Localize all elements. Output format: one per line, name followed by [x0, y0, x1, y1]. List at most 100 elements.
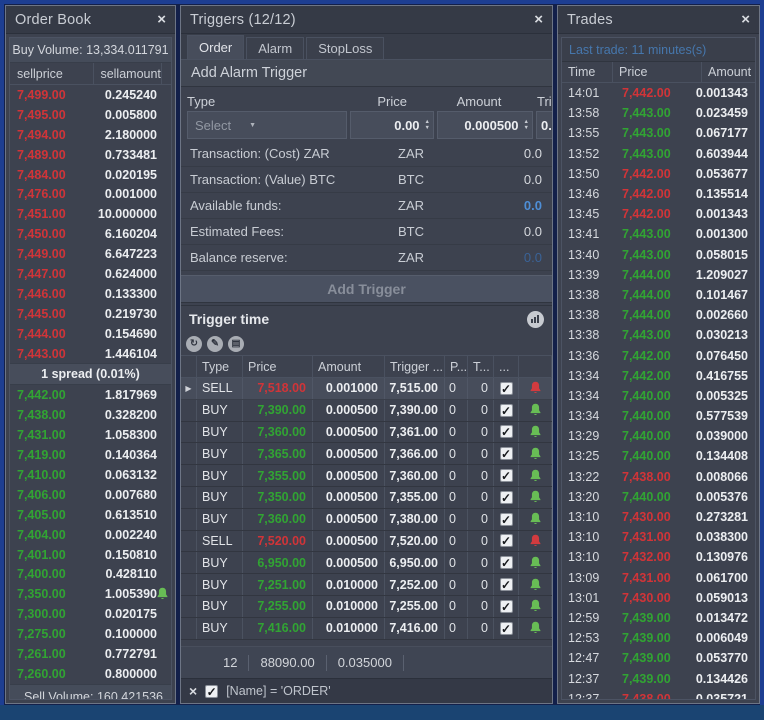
order-book-row[interactable]: 7,350.00 1.005390: [10, 584, 171, 604]
close-icon[interactable]: ×: [741, 12, 750, 27]
edit-button[interactable]: ✎: [207, 335, 223, 352]
trigger-row[interactable]: BUY 7,255.00 0.010000 7,255.00 0 0 ✓: [181, 595, 552, 618]
list-button[interactable]: ▤: [228, 335, 244, 352]
enabled-checkbox[interactable]: ✓: [499, 578, 513, 592]
price-column-header[interactable]: Price: [613, 62, 702, 82]
trade-row[interactable]: 13:36 7,442.00 0.076450: [562, 345, 755, 365]
order-book-row[interactable]: 7,447.00 0.624000: [10, 264, 171, 284]
column-header[interactable]: Type: [197, 356, 243, 377]
trigger-row[interactable]: ▶ SELL 7,518.00 0.001000 7,515.00 0 0 ✓: [181, 378, 552, 400]
trade-row[interactable]: 12:37 7,439.00 0.134426: [562, 668, 755, 688]
enabled-checkbox[interactable]: ✓: [499, 403, 513, 417]
add-trigger-button[interactable]: Add Trigger: [181, 275, 552, 303]
trade-row[interactable]: 13:29 7,440.00 0.039000: [562, 426, 755, 446]
trigger-row[interactable]: BUY 7,360.00 0.000500 7,361.00 0 0 ✓: [181, 421, 552, 444]
order-book-row[interactable]: 7,419.00 0.140364: [10, 445, 171, 465]
alarm-bell-icon[interactable]: [529, 534, 542, 548]
close-icon[interactable]: ×: [157, 12, 166, 27]
trade-row[interactable]: 13:39 7,444.00 1.209027: [562, 265, 755, 285]
trade-row[interactable]: 13:10 7,430.00 0.273281: [562, 507, 755, 527]
order-book-row[interactable]: 7,494.00 2.180000: [10, 125, 171, 145]
order-book-row[interactable]: 7,495.00 0.005800: [10, 105, 171, 125]
trigger-row[interactable]: SELL 7,520.00 0.000500 7,520.00 0 0 ✓: [181, 530, 552, 553]
enabled-checkbox[interactable]: ✓: [499, 621, 513, 635]
order-book-row[interactable]: 7,444.00 0.154690: [10, 324, 171, 344]
trigger-row[interactable]: BUY 7,350.00 0.000500 7,355.00 0 0 ✓: [181, 486, 552, 509]
price-spinner[interactable]: ▲ ▼: [425, 119, 430, 131]
alarm-bell-icon[interactable]: [529, 403, 542, 417]
trade-row[interactable]: 13:38 7,443.00 0.030213: [562, 325, 755, 345]
alarm-bell-icon[interactable]: [529, 469, 542, 483]
trade-row[interactable]: 13:09 7,431.00 0.061700: [562, 568, 755, 588]
order-book-row[interactable]: 7,400.00 0.428110: [10, 564, 171, 584]
order-book-row[interactable]: 7,410.00 0.063132: [10, 465, 171, 485]
order-book-row[interactable]: 7,401.00 0.150810: [10, 545, 171, 565]
amount-input[interactable]: 0.000500 ▲ ▼: [437, 111, 533, 139]
trades-titlebar[interactable]: Trades ×: [558, 6, 759, 34]
alarm-bell-icon[interactable]: [529, 578, 542, 592]
trade-row[interactable]: 13:34 7,440.00 0.577539: [562, 406, 755, 426]
enabled-checkbox[interactable]: ✓: [499, 381, 513, 395]
column-header[interactable]: Price: [243, 356, 313, 377]
enabled-checkbox[interactable]: ✓: [499, 534, 513, 548]
trade-row[interactable]: 13:22 7,438.00 0.008066: [562, 467, 755, 487]
trade-row[interactable]: 13:38 7,444.00 0.002660: [562, 305, 755, 325]
enabled-checkbox[interactable]: ✓: [499, 469, 513, 483]
trade-row[interactable]: 13:10 7,431.00 0.038300: [562, 527, 755, 547]
trade-row[interactable]: 13:55 7,443.00 0.067177: [562, 123, 755, 143]
price-input[interactable]: 0.00 ▲ ▼: [350, 111, 434, 139]
time-column-header[interactable]: Time: [562, 62, 613, 82]
order-book-row[interactable]: 7,405.00 0.613510: [10, 505, 171, 525]
trade-row[interactable]: 13:52 7,443.00 0.603944: [562, 144, 755, 164]
column-header[interactable]: P...: [445, 356, 468, 377]
trade-row[interactable]: 13:20 7,440.00 0.005376: [562, 487, 755, 507]
trade-row[interactable]: 13:25 7,440.00 0.134408: [562, 446, 755, 466]
order-book-row[interactable]: 7,450.00 6.160204: [10, 224, 171, 244]
enabled-checkbox[interactable]: ✓: [499, 512, 513, 526]
order-book-row[interactable]: 7,445.00 0.219730: [10, 304, 171, 324]
trigger-row[interactable]: BUY 7,390.00 0.000500 7,390.00 0 0 ✓: [181, 399, 552, 422]
alarm-bell-icon[interactable]: [529, 425, 542, 439]
amount-spinner[interactable]: ▲ ▼: [524, 119, 529, 131]
order-book-row[interactable]: 7,476.00 0.001000: [10, 184, 171, 204]
enabled-checkbox[interactable]: ✓: [499, 556, 513, 570]
trigger-price-input[interactable]: 0.00 ▲▼: [536, 111, 552, 139]
trade-row[interactable]: 12:59 7,439.00 0.013472: [562, 608, 755, 628]
order-book-titlebar[interactable]: Order Book ×: [6, 6, 175, 34]
column-header[interactable]: Amount: [313, 356, 385, 377]
sellprice-column-header[interactable]: sellprice: [10, 63, 95, 84]
trade-row[interactable]: 13:34 7,442.00 0.416755: [562, 366, 755, 386]
trade-row[interactable]: 13:40 7,443.00 0.058015: [562, 245, 755, 265]
alarm-bell-icon[interactable]: [529, 621, 542, 635]
trade-row[interactable]: 12:37 7,438.00 0.035721: [562, 689, 755, 699]
order-book-row[interactable]: 7,449.00 6.647223: [10, 244, 171, 264]
trade-row[interactable]: 13:10 7,432.00 0.130976: [562, 547, 755, 567]
alarm-bell-icon[interactable]: [529, 556, 542, 570]
order-book-row[interactable]: 7,300.00 0.020175: [10, 604, 171, 624]
trade-row[interactable]: 14:01 7,442.00 0.001343: [562, 83, 755, 103]
order-book-row[interactable]: 7,261.00 0.772791: [10, 644, 171, 664]
type-select[interactable]: Select ▼: [187, 111, 347, 139]
tab-alarm[interactable]: Alarm: [246, 37, 305, 59]
trigger-row[interactable]: BUY 6,950.00 0.000500 6,950.00 0 0 ✓: [181, 552, 552, 575]
sellamount-column-header[interactable]: sellamount: [94, 63, 162, 84]
trade-row[interactable]: 13:34 7,440.00 0.005325: [562, 386, 755, 406]
order-book-row[interactable]: 7,489.00 0.733481: [10, 145, 171, 165]
order-book-row[interactable]: 7,442.00 1.817969: [10, 385, 171, 405]
alarm-bell-icon[interactable]: [529, 599, 542, 613]
order-book-row[interactable]: 7,275.00 0.100000: [10, 624, 171, 644]
enabled-checkbox[interactable]: ✓: [499, 425, 513, 439]
enabled-checkbox[interactable]: ✓: [499, 447, 513, 461]
order-book-row[interactable]: 7,446.00 0.133300: [10, 284, 171, 304]
trigger-row[interactable]: BUY 7,251.00 0.010000 7,252.00 0 0 ✓: [181, 574, 552, 596]
alarm-bell-icon[interactable]: [529, 490, 542, 504]
alarm-bell-icon[interactable]: [529, 512, 542, 526]
tab-order[interactable]: Order: [187, 35, 245, 59]
order-book-row[interactable]: 7,438.00 0.328200: [10, 405, 171, 425]
triggers-titlebar[interactable]: Triggers (12/12) ×: [181, 6, 552, 34]
chart-options-icon[interactable]: [527, 310, 544, 328]
trade-row[interactable]: 12:47 7,439.00 0.053770: [562, 648, 755, 668]
order-book-row[interactable]: 7,406.00 0.007680: [10, 485, 171, 505]
alarm-bell-icon[interactable]: [156, 587, 169, 601]
clear-filter-icon[interactable]: ×: [189, 684, 197, 698]
